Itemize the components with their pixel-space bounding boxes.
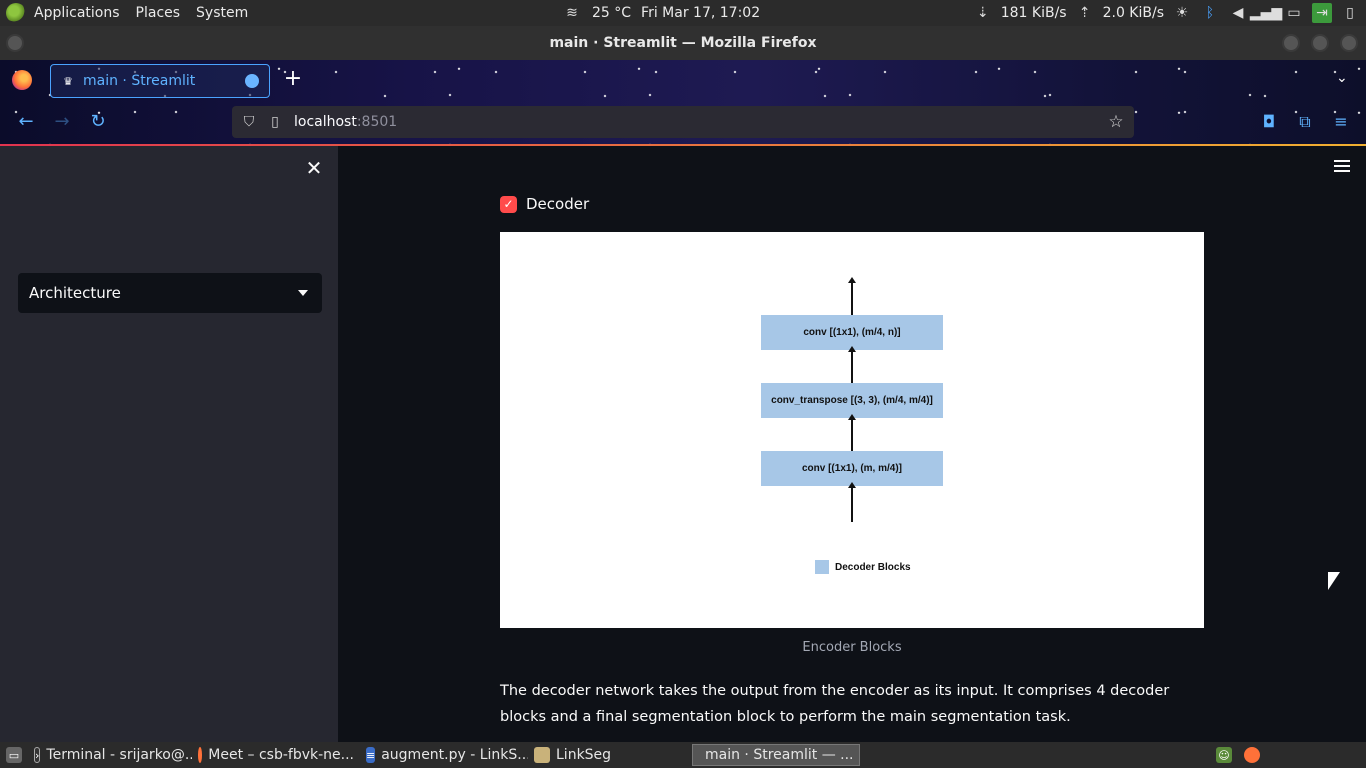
user-icon: ☺: [1216, 747, 1232, 763]
task-label: Meet – csb-fbvk-ne...: [208, 747, 354, 763]
checkbox-checked-icon[interactable]: ✓: [500, 195, 517, 213]
logout-icon[interactable]: ⇥: [1312, 3, 1332, 23]
tray-firefox[interactable]: [1238, 744, 1266, 766]
arrow-1-2: [848, 414, 856, 451]
task-meet[interactable]: Meet – csb-fbvk-ne...: [192, 744, 360, 766]
figure-legend: Decoder Blocks: [815, 560, 911, 574]
browser-chrome: ♛ main · Streamlit + ⌄ ← → ↻ ⛉ ▯ localho…: [0, 60, 1366, 146]
task-linkseg[interactable]: LinkSeg: [528, 744, 692, 766]
decoder-architecture-figure: conv [(1x1), (m/4, n)] conv_transpose [(…: [500, 232, 1204, 628]
forward-button[interactable]: →: [52, 112, 72, 132]
task-streamlit[interactable]: main · Streamlit — ...: [692, 744, 860, 766]
page-info-icon[interactable]: ▯: [266, 113, 284, 131]
window-menu-button[interactable]: [6, 34, 24, 52]
back-button[interactable]: ←: [16, 112, 36, 132]
url-text[interactable]: localhost:8501: [294, 114, 397, 130]
menu-applications[interactable]: Applications: [26, 5, 128, 21]
legend-label: Decoder Blocks: [835, 561, 911, 573]
taskbar: ▭ › Terminal - srijarko@... Meet – csb-fb…: [0, 742, 1366, 768]
legend-swatch: [815, 560, 829, 574]
task-label: Terminal - srijarko@...: [46, 747, 192, 763]
close-window-button[interactable]: [1340, 34, 1358, 52]
clock[interactable]: Fri Mar 17, 17:02: [641, 5, 760, 21]
task-label: main · Streamlit — ...: [705, 747, 854, 763]
hamburger-menu-icon[interactable]: [1334, 160, 1350, 174]
desktop-icon: ▭: [6, 747, 22, 763]
close-icon[interactable]: ✕: [304, 158, 324, 178]
volume-icon[interactable]: ◀: [1228, 3, 1248, 23]
caret-down-icon: [298, 290, 308, 296]
bluetooth-icon[interactable]: ᛒ: [1200, 3, 1220, 23]
arrow-output: [848, 277, 856, 316]
distro-logo-icon[interactable]: [6, 3, 26, 23]
maximize-button[interactable]: [1311, 34, 1329, 52]
power-icon[interactable]: ▯: [1340, 3, 1360, 23]
firefox-icon[interactable]: [12, 70, 32, 90]
minimize-button[interactable]: [1282, 34, 1300, 52]
decoder-checkbox[interactable]: ✓ Decoder: [500, 195, 589, 213]
new-tab-button[interactable]: +: [282, 68, 304, 90]
battery-icon[interactable]: ▭: [1284, 3, 1304, 23]
tab-audio-icon[interactable]: [245, 74, 259, 88]
weather-icon[interactable]: ≋: [562, 3, 582, 23]
sidebar: ✕ Architecture: [0, 146, 338, 742]
streamlit-app: ✕ Architecture ✓ Decoder conv [(1x1), (m…: [0, 146, 1366, 742]
tab-title: main · Streamlit: [83, 73, 196, 89]
network-activity-icon[interactable]: ⇣: [973, 3, 993, 23]
checkbox-label: Decoder: [526, 195, 590, 213]
decoder-block-1: conv [(1x1), (m, m/4)]: [761, 451, 943, 486]
streamlit-favicon-icon: ♛: [63, 74, 73, 88]
window-titlebar[interactable]: main · Streamlit — Mozilla Firefox: [0, 26, 1366, 60]
net-up: 2.0 KiB/s: [1102, 5, 1164, 21]
url-port: :8501: [356, 114, 398, 130]
select-value: Architecture: [29, 284, 121, 302]
task-label: augment.py - LinkS...: [381, 747, 528, 763]
pocket-icon[interactable]: ◘: [1259, 112, 1279, 132]
architecture-select[interactable]: Architecture: [18, 273, 322, 313]
chevron-down-icon[interactable]: ⌄: [1336, 70, 1352, 86]
extensions-icon[interactable]: ⧉: [1295, 112, 1315, 132]
task-augment[interactable]: ≡ augment.py - LinkS...: [360, 744, 528, 766]
mouse-cursor: [1328, 572, 1340, 590]
brightness-icon[interactable]: ☀: [1172, 3, 1192, 23]
system-panel: Applications Places System ≋ 25 °C Fri M…: [0, 0, 1366, 26]
decoder-block-3: conv [(1x1), (m/4, n)]: [761, 315, 943, 350]
net-down: 181 KiB/s: [1000, 5, 1067, 21]
main-content: ✓ Decoder conv [(1x1), (m/4, n)] conv_tr…: [338, 146, 1366, 742]
upload-icon: ⇡: [1078, 5, 1091, 21]
tab-main-streamlit[interactable]: ♛ main · Streamlit: [50, 64, 270, 98]
folder-icon: [534, 747, 550, 763]
arrow-input: [848, 482, 856, 522]
terminal-icon: ›: [34, 747, 41, 763]
weather-temp[interactable]: 25 °C: [592, 5, 631, 21]
bookmark-star-icon[interactable]: ☆: [1106, 112, 1126, 132]
firefox-icon: [1244, 747, 1260, 763]
editor-icon: ≡: [366, 747, 376, 763]
menu-places[interactable]: Places: [128, 5, 189, 21]
arrow-2-3: [848, 346, 856, 383]
reload-button[interactable]: ↻: [88, 112, 108, 132]
url-bar[interactable]: ⛉ ▯ localhost:8501 ☆: [232, 106, 1134, 138]
firefox-icon: [198, 747, 203, 763]
decoder-block-2: conv_transpose [(3, 3), (m/4, m/4)]: [761, 383, 943, 418]
figure-caption: Encoder Blocks: [802, 640, 902, 655]
app-menu-icon[interactable]: ≡: [1331, 112, 1351, 132]
show-desktop-button[interactable]: ▭: [0, 744, 28, 766]
decoder-description: The decoder network takes the output fro…: [500, 683, 1170, 725]
shield-icon[interactable]: ⛉: [240, 113, 258, 131]
window-title: main · Streamlit — Mozilla Firefox: [549, 35, 817, 51]
signal-icon[interactable]: ▂▄▆: [1250, 3, 1282, 23]
task-terminal[interactable]: › Terminal - srijarko@...: [28, 744, 192, 766]
url-host: localhost: [294, 114, 357, 130]
tray-user[interactable]: ☺: [1210, 744, 1238, 766]
menu-system[interactable]: System: [188, 5, 256, 21]
task-label: LinkSeg: [556, 747, 612, 763]
